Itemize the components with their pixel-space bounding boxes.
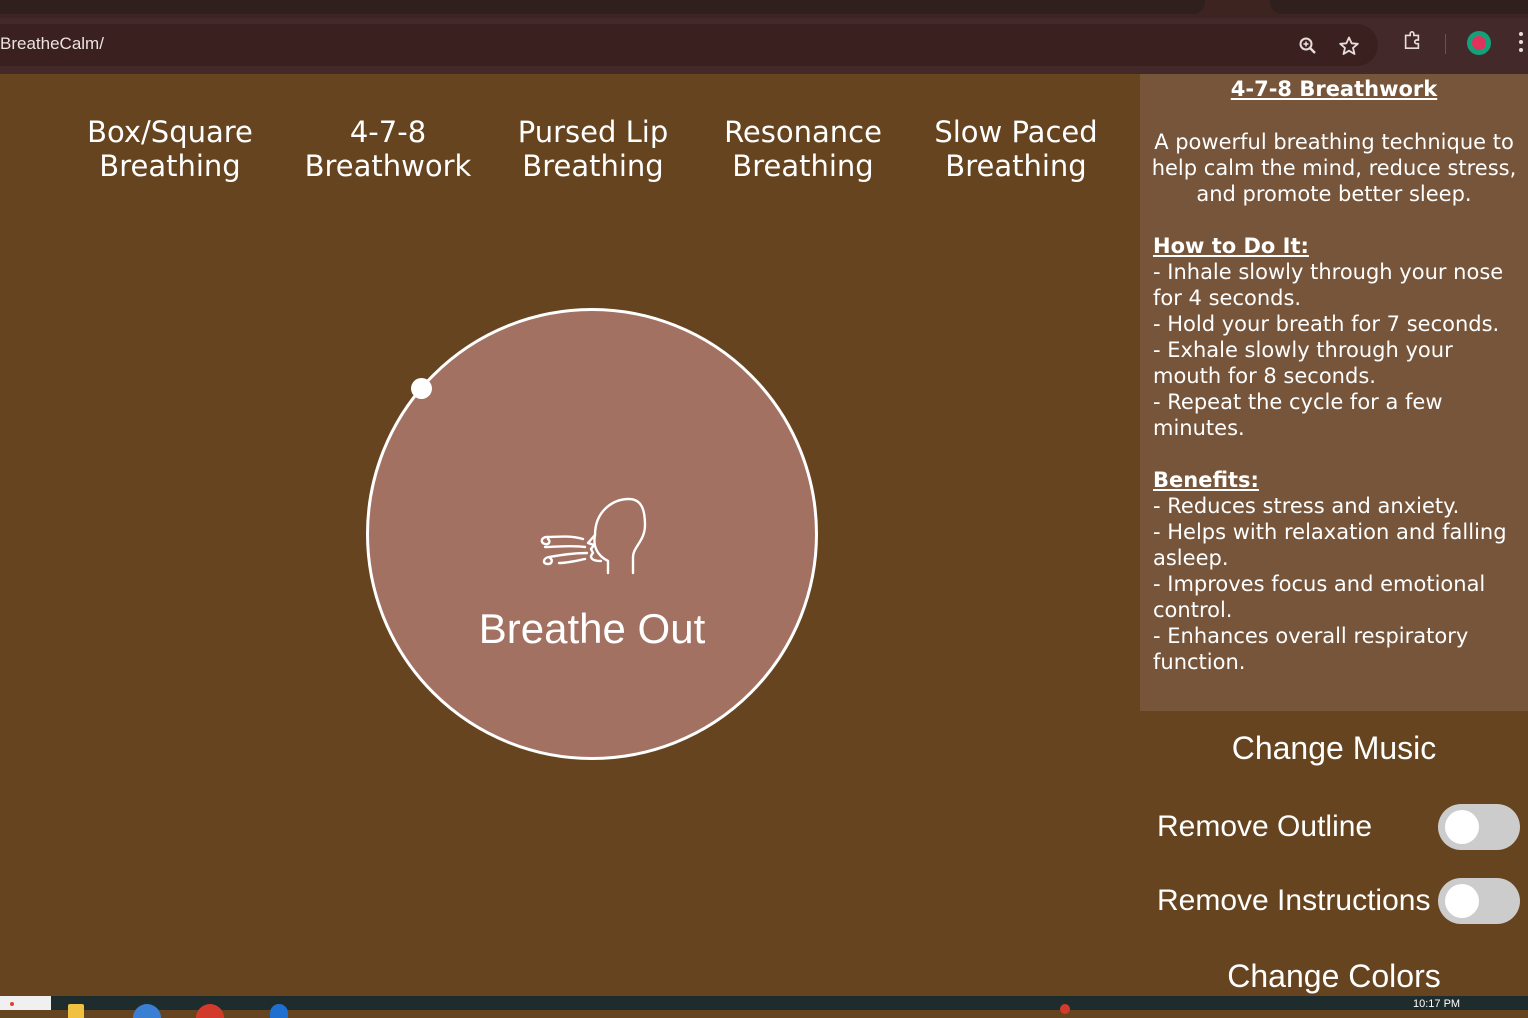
- how-step: - Repeat the cycle for a few minutes.: [1153, 390, 1443, 440]
- toggle-knob: [1445, 884, 1479, 918]
- instructions-panel: 4-7-8 Breathwork A powerful breathing te…: [1140, 74, 1528, 711]
- benefit-item: - Reduces stress and anxiety.: [1153, 494, 1460, 518]
- breath-phase-label: Breathe Out: [478, 605, 706, 652]
- toolbar-separator: [1445, 34, 1446, 54]
- taskbar-clock[interactable]: 10:17 PM: [1413, 998, 1460, 1010]
- how-to-title: How to Do It:: [1153, 234, 1309, 258]
- extensions-icon[interactable]: [1402, 30, 1422, 50]
- technique-label-line: 4-7-8: [349, 115, 427, 149]
- how-step: - Inhale slowly through your nose for 4 …: [1153, 260, 1504, 310]
- edge-browser-icon[interactable]: [133, 1004, 161, 1018]
- how-step: - Hold your breath for 7 seconds.: [1153, 312, 1500, 336]
- zoom-icon[interactable]: [1298, 36, 1318, 56]
- change-colors-button[interactable]: Change Colors: [1140, 958, 1528, 995]
- remove-outline-label: Remove Outline: [1157, 810, 1373, 843]
- instructions-title: 4-7-8 Breathwork: [1230, 77, 1438, 101]
- instructions-description: A powerful breathing technique to help c…: [1151, 130, 1517, 206]
- technique-4-7-8[interactable]: 4-7-8 Breathwork: [288, 115, 488, 183]
- change-music-button[interactable]: Change Music: [1140, 730, 1528, 767]
- tab-strip: [0, 0, 1528, 18]
- start-button[interactable]: [0, 996, 51, 1010]
- progress-dot: [411, 378, 432, 399]
- technique-resonance[interactable]: Resonance Breathing: [703, 115, 903, 183]
- technique-label-line: Breathing: [522, 149, 664, 183]
- technique-label-line: Box/Square: [87, 115, 253, 149]
- benefit-item: - Helps with relaxation and falling asle…: [1153, 520, 1507, 570]
- technique-slow-paced[interactable]: Slow Paced Breathing: [916, 115, 1116, 183]
- file-explorer-icon[interactable]: [68, 1004, 84, 1018]
- bookmark-star-icon[interactable]: [1339, 36, 1359, 56]
- technique-pursed-lip[interactable]: Pursed Lip Breathing: [493, 115, 693, 183]
- technique-box-square[interactable]: Box/Square Breathing: [70, 115, 270, 183]
- address-bar[interactable]: BreatheCalm/: [0, 24, 1378, 66]
- chrome-browser-icon[interactable]: [196, 1004, 224, 1018]
- technique-label-line: Breathing: [945, 149, 1087, 183]
- how-step: - Exhale slowly through your mouth for 8…: [1153, 338, 1453, 388]
- menu-icon[interactable]: [1516, 32, 1526, 54]
- vscode-icon[interactable]: [270, 1004, 288, 1018]
- profile-icon[interactable]: [1467, 31, 1491, 55]
- toggle-knob: [1445, 810, 1479, 844]
- technique-label-line: Pursed Lip: [517, 115, 669, 149]
- url-text[interactable]: BreatheCalm/: [0, 34, 104, 54]
- technique-label-line: Breathing: [99, 149, 241, 183]
- remove-instructions-label: Remove Instructions: [1157, 884, 1431, 917]
- benefit-item: - Improves focus and emotional control.: [1153, 572, 1486, 622]
- benefits-title: Benefits:: [1153, 468, 1259, 492]
- browser-tab[interactable]: [1270, 0, 1528, 14]
- technique-label-line: Resonance: [724, 115, 882, 149]
- remove-instructions-toggle[interactable]: [1438, 878, 1520, 924]
- remove-outline-toggle[interactable]: [1438, 804, 1520, 850]
- technique-label-line: Slow Paced: [934, 115, 1098, 149]
- tray-notification-icon[interactable]: [1060, 1004, 1070, 1014]
- browser-tab[interactable]: [0, 0, 1205, 14]
- browser-toolbar: BreatheCalm/: [0, 18, 1528, 74]
- benefit-item: - Enhances overall respiratory function.: [1153, 624, 1469, 674]
- how-to-section: How to Do It: - Inhale slowly through yo…: [1153, 233, 1521, 441]
- technique-label-line: Breathwork: [304, 149, 472, 183]
- exhale-icon: [540, 497, 647, 575]
- benefits-section: Benefits: - Reduces stress and anxiety. …: [1153, 467, 1521, 675]
- technique-label-line: Breathing: [732, 149, 874, 183]
- os-taskbar: 10:17 PM: [0, 996, 1528, 1018]
